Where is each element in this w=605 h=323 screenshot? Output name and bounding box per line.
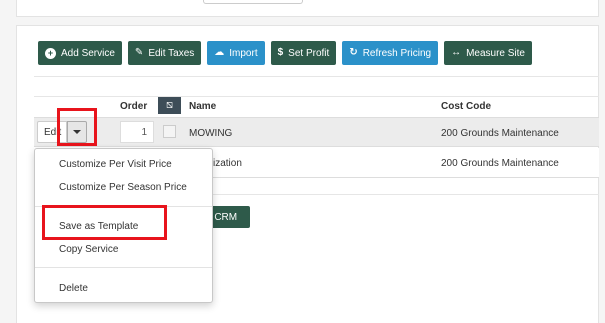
refresh-icon: ↻ bbox=[349, 47, 358, 58]
menu-item-delete[interactable]: Delete bbox=[59, 283, 88, 294]
service-name-cell: ization bbox=[213, 158, 242, 169]
menu-item-customize-per-season-price[interactable]: Customize Per Season Price bbox=[59, 182, 187, 193]
refresh-pricing-label: Refresh Pricing bbox=[362, 47, 432, 59]
menu-item-customize-per-visit-price[interactable]: Customize Per Visit Price bbox=[59, 159, 172, 170]
service-name-cell: MOWING bbox=[189, 128, 233, 139]
cost-code-cell: 200 Grounds Maintenance bbox=[441, 158, 559, 169]
arrows-horizontal-icon: ↔ bbox=[451, 47, 462, 58]
row-checkbox[interactable] bbox=[163, 125, 176, 138]
add-service-button[interactable]: + Add Service bbox=[38, 41, 122, 65]
top-input-stub bbox=[203, 0, 303, 4]
top-panel bbox=[16, 0, 599, 17]
import-label: Import bbox=[229, 47, 258, 59]
menu-item-copy-service[interactable]: Copy Service bbox=[59, 244, 118, 255]
dollar-icon: $ bbox=[277, 47, 284, 58]
pencil-square-icon: ✎ bbox=[134, 47, 144, 58]
add-service-label: Add Service bbox=[61, 47, 115, 59]
import-button[interactable]: ☁ Import bbox=[207, 41, 265, 65]
table-header-divider bbox=[34, 96, 599, 97]
cost-code-cell: 200 Grounds Maintenance bbox=[441, 128, 559, 139]
measure-site-label: Measure Site bbox=[466, 47, 525, 59]
order-column-header[interactable]: Order bbox=[120, 101, 147, 112]
divider bbox=[34, 76, 599, 77]
edit-taxes-label: Edit Taxes bbox=[148, 47, 195, 59]
services-toolbar: + Add Service ✎ Edit Taxes ☁ Import $ Se… bbox=[38, 41, 532, 65]
menu-divider bbox=[35, 267, 212, 268]
cost-code-column-header[interactable]: Cost Code bbox=[441, 101, 491, 112]
tag-slash-icon[interactable]: ⧅ bbox=[158, 97, 181, 114]
highlight-box-save-as-template bbox=[42, 205, 167, 240]
plus-circle-icon: + bbox=[45, 47, 56, 59]
order-input[interactable]: 1 bbox=[120, 121, 154, 143]
measure-site-button[interactable]: ↔ Measure Site bbox=[444, 41, 532, 65]
set-profit-button[interactable]: $ Set Profit bbox=[270, 41, 337, 65]
edit-taxes-button[interactable]: ✎ Edit Taxes bbox=[127, 41, 202, 65]
cloud-upload-icon: ☁ bbox=[214, 47, 225, 58]
refresh-pricing-button[interactable]: ↻ Refresh Pricing bbox=[342, 41, 439, 65]
set-profit-label: Set Profit bbox=[288, 47, 330, 59]
name-column-header[interactable]: Name bbox=[189, 101, 216, 112]
highlight-box-caret bbox=[57, 108, 97, 146]
